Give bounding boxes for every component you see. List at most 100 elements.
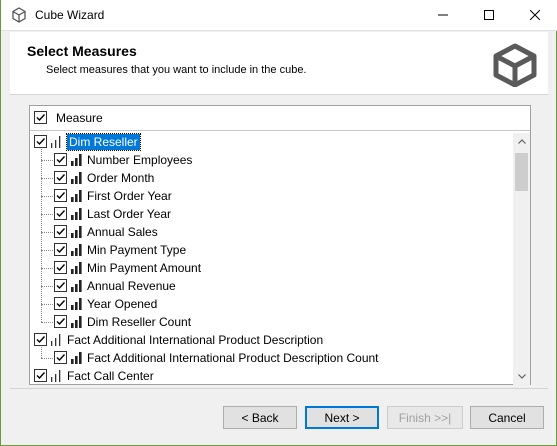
measure-checkbox[interactable]: [54, 189, 67, 202]
measure-label: First Order Year: [87, 189, 172, 203]
measure-checkbox[interactable]: [54, 243, 67, 256]
tree-measure-row[interactable]: First Order Year: [30, 187, 512, 205]
measure-label: Annual Sales: [87, 225, 158, 239]
checkmark-icon: [56, 264, 66, 272]
measure-checkbox[interactable]: [54, 279, 67, 292]
checkmark-icon: [56, 156, 66, 164]
tree-measure-row[interactable]: Annual Revenue: [30, 277, 512, 295]
measure-label: Dim Reseller: [66, 133, 141, 151]
checkmark-icon: [56, 282, 66, 290]
tree-measure-row[interactable]: Last Order Year: [30, 205, 512, 223]
measure-icon: [71, 154, 82, 166]
cube-wizard-window: Cube Wizard Select Measures Select measu…: [0, 0, 557, 446]
checkmark-icon: [56, 300, 66, 308]
measure-checkbox[interactable]: [54, 315, 67, 328]
page-subtitle: Select measures that you want to include…: [46, 64, 307, 76]
footer-divider: [10, 388, 548, 389]
measure-icon: [71, 352, 82, 364]
measure-label: Year Opened: [87, 297, 158, 311]
tree-measure-row[interactable]: Annual Sales: [30, 223, 512, 241]
tree-connector: [41, 250, 53, 251]
checkmark-icon: [56, 210, 66, 218]
tree-measure-row[interactable]: Number Employees: [30, 151, 512, 169]
scroll-thumb[interactable]: [515, 153, 528, 191]
tree-connector: [41, 232, 53, 233]
scroll-down-button[interactable]: [513, 368, 530, 385]
measure-icon: [51, 334, 61, 346]
close-icon: [530, 10, 540, 20]
measure-icon: [71, 190, 82, 202]
tree-group-row[interactable]: Fact Call Center: [30, 367, 512, 385]
minimize-button[interactable]: [420, 0, 466, 30]
back-button[interactable]: < Back: [223, 406, 297, 429]
tree-connector: [41, 149, 42, 322]
measure-icon: [71, 208, 82, 220]
page-title: Select Measures: [27, 43, 137, 59]
vertical-scrollbar[interactable]: [513, 133, 530, 385]
measure-label: Number Employees: [87, 153, 193, 167]
tree-connector: [41, 347, 42, 358]
measure-checkbox[interactable]: [54, 153, 67, 166]
tree-measure-row[interactable]: Min Payment Type: [30, 241, 512, 259]
measure-icon: [71, 262, 82, 274]
chevron-up-icon: [517, 139, 526, 144]
scroll-up-button[interactable]: [513, 133, 530, 150]
measure-icon: [71, 316, 82, 328]
tree-connector: [41, 178, 53, 179]
maximize-button[interactable]: [466, 0, 512, 30]
tree-measure-row[interactable]: Fact Additional International Product De…: [30, 349, 512, 367]
measure-label: Min Payment Type: [87, 243, 187, 257]
measure-checkbox[interactable]: [34, 135, 47, 148]
measure-label: Fact Additional International Product De…: [87, 351, 379, 365]
checkmark-icon: [56, 354, 66, 362]
measure-icon: [71, 280, 82, 292]
tree-connector: [41, 322, 53, 323]
tree-group-row[interactable]: Fact Additional International Product De…: [30, 331, 512, 349]
measure-label: Order Month: [87, 171, 155, 185]
minimize-icon: [438, 14, 448, 16]
title-bar[interactable]: Cube Wizard: [1, 0, 557, 31]
checkmark-icon: [56, 228, 66, 236]
measure-checkbox[interactable]: [34, 369, 47, 382]
checkmark-icon: [56, 192, 66, 200]
cube-wizard-icon: [493, 43, 537, 87]
checkmark-icon: [36, 336, 46, 344]
checkmark-icon: [56, 174, 66, 182]
next-button[interactable]: Next >: [305, 406, 379, 429]
close-button[interactable]: [512, 0, 557, 30]
cancel-button[interactable]: Cancel: [470, 406, 544, 429]
cube-app-icon: [12, 7, 26, 23]
measure-checkbox[interactable]: [34, 333, 47, 346]
tree-group-row[interactable]: Dim Reseller: [30, 133, 512, 151]
tree-measure-row[interactable]: Dim Reseller Count: [30, 313, 512, 331]
measures-list[interactable]: Measure Dim Reseller Number Employees Orde…: [29, 105, 531, 385]
chevron-down-icon: [517, 374, 526, 379]
measure-icon: [71, 172, 82, 184]
column-header[interactable]: Measure: [30, 106, 530, 131]
checkmark-icon: [56, 318, 66, 326]
tree-connector: [41, 160, 53, 161]
checkmark-icon: [36, 114, 46, 122]
measure-checkbox[interactable]: [54, 225, 67, 238]
select-all-checkbox[interactable]: [34, 111, 47, 124]
measure-icon: [71, 244, 82, 256]
checkmark-icon: [36, 372, 46, 380]
measures-tree[interactable]: Dim Reseller Number Employees Order Month F…: [30, 133, 512, 385]
tree-connector: [41, 358, 53, 359]
tree-measure-row[interactable]: Year Opened: [30, 295, 512, 313]
tree-measure-row[interactable]: Order Month: [30, 169, 512, 187]
measure-icon: [71, 298, 82, 310]
checkmark-icon: [36, 138, 46, 146]
measure-checkbox[interactable]: [54, 207, 67, 220]
tree-connector: [41, 196, 53, 197]
tree-measure-row[interactable]: Min Payment Amount: [30, 259, 512, 277]
measure-checkbox[interactable]: [54, 261, 67, 274]
tree-connector: [41, 214, 53, 215]
column-header-label: Measure: [56, 111, 103, 125]
measure-checkbox[interactable]: [54, 171, 67, 184]
finish-button[interactable]: Finish >>|: [387, 406, 463, 429]
measure-checkbox[interactable]: [54, 351, 67, 364]
measure-icon: [51, 370, 61, 382]
measure-checkbox[interactable]: [54, 297, 67, 310]
measure-label: Dim Reseller Count: [87, 315, 192, 329]
